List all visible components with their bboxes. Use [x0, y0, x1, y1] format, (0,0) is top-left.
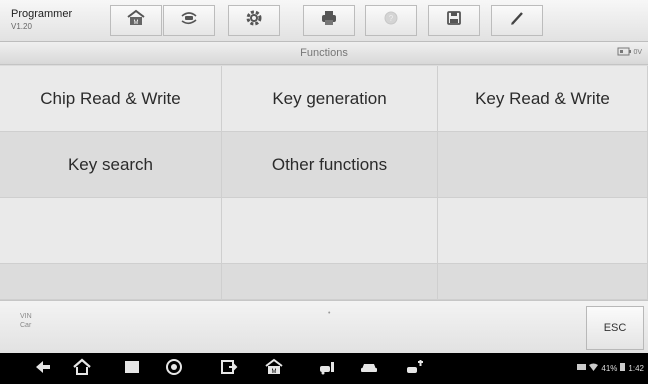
nav-vci-connection-button[interactable]	[403, 358, 427, 380]
android-navbar: M 41% 1:42	[0, 353, 648, 384]
nav-browser-button[interactable]	[162, 358, 186, 380]
functions-header: Functions 0V	[0, 42, 648, 65]
function-other-functions[interactable]: Other functions	[222, 132, 438, 198]
wifi-icon	[589, 363, 599, 373]
function-key-search[interactable]: Key search	[0, 132, 222, 198]
top-toolbar: Programmer V1.20 M ?	[0, 0, 648, 42]
vehicle-swap-icon	[179, 8, 199, 33]
back-icon	[33, 358, 53, 381]
function-empty-slot	[438, 132, 648, 198]
nav-maxisys-home-button[interactable]: M	[262, 358, 286, 380]
pen-icon	[507, 8, 527, 33]
function-key-generation[interactable]: Key generation	[222, 66, 438, 132]
esc-button[interactable]: ESC	[586, 306, 644, 350]
voltage-indicator: 0V	[617, 47, 642, 58]
function-chip-read-write[interactable]: Chip Read & Write	[0, 66, 222, 132]
vehicle-menu-icon	[318, 358, 338, 381]
vehicle-info-bar: VIN Car • ESC	[0, 300, 648, 353]
voltage-value: 0V	[633, 49, 642, 56]
function-empty-slot	[222, 198, 438, 264]
svg-text:M: M	[272, 369, 277, 375]
status-area: 41% 1:42	[577, 363, 644, 373]
gear-icon	[244, 8, 264, 33]
maxisys-home-icon: M	[264, 358, 284, 381]
message-icon	[577, 363, 587, 373]
function-empty-slot	[438, 264, 648, 300]
print-button[interactable]	[303, 5, 355, 36]
nav-car-button[interactable]	[357, 358, 381, 380]
function-empty-slot	[0, 198, 222, 264]
recent-apps-icon	[122, 358, 142, 381]
nav-home-button[interactable]	[70, 358, 94, 380]
save-button[interactable]	[428, 5, 480, 36]
printer-icon	[319, 8, 339, 33]
data-logging-button[interactable]	[491, 5, 543, 36]
nav-back-button[interactable]	[31, 358, 55, 380]
nav-screenshot-button[interactable]	[217, 358, 241, 380]
svg-text:M: M	[134, 20, 139, 26]
car-icon	[359, 358, 379, 381]
clock: 1:42	[628, 363, 644, 373]
vehicle-swap-button[interactable]	[163, 5, 215, 36]
home-button[interactable]: M	[110, 5, 162, 36]
page-marker: •	[328, 310, 331, 317]
function-grid: Chip Read & Write Key generation Key Rea…	[0, 66, 648, 300]
page-title: Functions	[300, 47, 348, 59]
help-button[interactable]: ?	[365, 5, 417, 36]
battery-icon	[617, 47, 632, 58]
battery-percent: 41%	[601, 363, 618, 373]
app-version: V1.20	[11, 22, 32, 31]
save-icon	[444, 8, 464, 33]
svg-text:?: ?	[389, 14, 394, 23]
vci-connection-icon	[405, 358, 425, 381]
home-icon	[72, 358, 92, 381]
function-empty-slot	[0, 264, 222, 300]
vin-label: VIN	[20, 313, 32, 320]
battery-icon	[620, 363, 626, 373]
function-empty-slot	[438, 198, 648, 264]
browser-icon	[164, 358, 184, 381]
nav-recent-apps-button[interactable]	[120, 358, 144, 380]
home-icon: M	[126, 8, 146, 33]
app-name: Programmer	[11, 8, 73, 20]
screenshot-icon	[219, 358, 239, 381]
nav-vehicle-menu-button[interactable]	[316, 358, 340, 380]
help-icon: ?	[381, 8, 401, 33]
settings-button[interactable]	[228, 5, 280, 36]
function-key-read-write[interactable]: Key Read & Write	[438, 66, 648, 132]
function-empty-slot	[222, 264, 438, 300]
car-label: Car	[20, 322, 32, 329]
